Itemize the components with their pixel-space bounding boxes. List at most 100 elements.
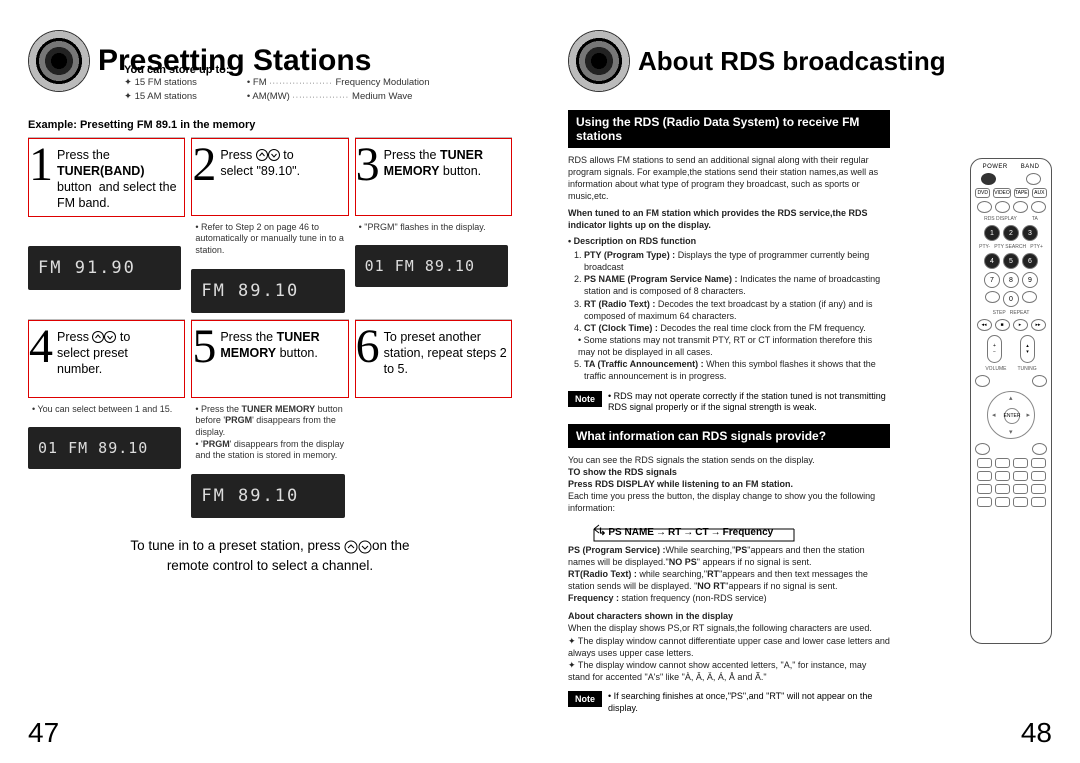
- footer-tip: To tune in to a preset station, press on…: [28, 536, 512, 577]
- step-sub: • Refer to Step 2 on page 46 to automati…: [191, 216, 348, 263]
- remote-return-btn: [1032, 375, 1047, 387]
- remote-btn: [977, 471, 992, 481]
- page-title-right: About RDS broadcasting: [638, 46, 946, 77]
- remote-dpad: ENTER ▴ ▾ ◂ ▸: [987, 391, 1035, 439]
- remote-btn: [1013, 497, 1028, 507]
- step-text: Press theTUNER(BAND)button and select th…: [57, 143, 180, 212]
- speaker-icon: [28, 30, 90, 92]
- remote-btn: [977, 497, 992, 507]
- step-1: 1 Press theTUNER(BAND)button and select …: [28, 137, 185, 313]
- remote-btn: [1032, 443, 1047, 455]
- remote-num-8: 8: [1003, 272, 1019, 288]
- right-main-column: Using the RDS (Radio Data System) to rec…: [568, 100, 890, 723]
- step-number: 3: [356, 143, 380, 186]
- rds-list: PTY (Program Type) : Displays the type o…: [568, 249, 890, 383]
- rds-desc-head: • Description on RDS function: [568, 235, 890, 247]
- about-chars-head: About characters shown in the display: [568, 610, 890, 622]
- remote-next-icon: ▸▸: [1031, 319, 1046, 331]
- remote-tuning-rocker: ▴▾: [1020, 335, 1035, 363]
- remote-power-label: POWER BAND: [971, 164, 1051, 170]
- remote-btn: [1031, 497, 1046, 507]
- remote-num-7: 7: [984, 272, 1000, 288]
- note2-text: If searching finishes at once,"PS",and "…: [608, 691, 872, 713]
- rds-item-rt: RT (Radio Text) : Decodes the text broad…: [584, 298, 890, 322]
- remote-btn: [977, 484, 992, 494]
- remote-btn: [977, 458, 992, 468]
- section-bar-1: Using the RDS (Radio Data System) to rec…: [568, 110, 890, 148]
- page-number-right: 48: [1021, 717, 1052, 749]
- legend-col: • FM ··················· Frequency Modul…: [247, 76, 430, 105]
- page-number-left: 47: [28, 717, 59, 749]
- lcd-display: FM 89.10: [191, 474, 344, 518]
- step-head: 3 Press the TUNERMEMORY button.: [355, 138, 512, 216]
- page-48: About RDS broadcasting Using the RDS (Ra…: [540, 0, 1080, 763]
- step-sub: • Press the TUNER MEMORY button before '…: [191, 398, 348, 468]
- step-head: 2 Press toselect "89.10".: [191, 138, 348, 216]
- remote-label: RDS DISPLAY TA: [971, 216, 1051, 222]
- remote-video-btn: VIDEO: [993, 188, 1011, 198]
- flow-freq: Frequency: [723, 527, 774, 538]
- remote-num-5: 5: [1003, 253, 1019, 269]
- remote-num-4: 4: [984, 253, 1000, 269]
- rds-item-pty: PTY (Program Type) : Displays the type o…: [584, 249, 890, 273]
- rds-item-ct: CT (Clock Time) : Decodes the real time …: [584, 322, 890, 358]
- step-number: 6: [356, 325, 380, 368]
- note-text: • If searching finishes at once,"PS",and…: [608, 691, 890, 714]
- remote-dvd-btn: DVD: [975, 188, 990, 198]
- section-bar-2: What information can RDS signals provide…: [568, 424, 890, 448]
- step-text: Press the TUNERMEMORY button.: [384, 143, 483, 180]
- remote-btn: [975, 443, 990, 455]
- cap-fm: ✦ 15 FM stations: [124, 77, 197, 88]
- step-3: 3 Press the TUNERMEMORY button. • "PRGM"…: [355, 137, 512, 313]
- note-badge: Note: [568, 691, 602, 707]
- remote-btn: [1022, 291, 1037, 303]
- remote-btn: [995, 484, 1010, 494]
- step-number: 2: [192, 143, 216, 186]
- step-6: 6 To preset another station, repeat step…: [355, 319, 512, 518]
- flow-psname: PS NAME: [608, 527, 654, 538]
- steps-grid: 1 Press theTUNER(BAND)button and select …: [28, 137, 512, 519]
- remote-label: PTY- PTY SEARCH PTY+: [971, 244, 1051, 250]
- note-text: • RDS may not operate correctly if the s…: [608, 391, 890, 414]
- rds-item-ta: TA (Traffic Announcement) : When this sy…: [584, 358, 890, 382]
- step-number: 1: [29, 143, 53, 186]
- step-sub: • "PRGM" flashes in the display.: [355, 216, 512, 240]
- remote-btn: [995, 497, 1010, 507]
- step-head: 5 Press the TUNERMEMORY button.: [191, 320, 348, 398]
- intro-columns: ✦ 15 FM stations ✦ 15 AM stations • FM ·…: [124, 76, 512, 105]
- lcd-display: FM 89.10: [191, 269, 344, 313]
- rds-item-psname: PS NAME (Program Service Name) : Indicat…: [584, 273, 890, 297]
- lcd-display: FM 91.90: [28, 246, 181, 290]
- lcd-display: 01 FM 89.10: [355, 245, 508, 287]
- step-text: Press the TUNERMEMORY button.: [220, 325, 319, 362]
- remote-btn: [995, 458, 1010, 468]
- remote-stop-icon: ■: [995, 319, 1010, 331]
- rds-item-ct-sub: • Some stations may not transmit PTY, RT…: [578, 334, 890, 358]
- remote-label: VOLUME TUNING: [971, 366, 1051, 372]
- rds-intro-text: RDS allows FM stations to send an additi…: [568, 154, 890, 203]
- dpad-left-icon: ◂: [992, 411, 996, 419]
- remote-prev-icon: ◂◂: [977, 319, 992, 331]
- legend-am: • AM(MW): [247, 91, 290, 102]
- remote-btn: [1013, 458, 1028, 468]
- rds-tuned-text: When tuned to an FM station which provid…: [568, 207, 890, 231]
- rds-tuned-bold: When tuned to an FM station which provid…: [568, 208, 868, 230]
- remote-btn: [1031, 471, 1046, 481]
- about-chars-bullets: ✦ The display window cannot differentiat…: [568, 635, 890, 684]
- remote-btn: [995, 471, 1010, 481]
- about-chars-head-b: About characters shown in the display: [568, 611, 733, 621]
- cap-am: ✦ 15 AM stations: [124, 91, 197, 102]
- remote-num-9: 9: [1022, 272, 1038, 288]
- remote-tape-btn: TAPE: [1014, 188, 1029, 198]
- step-head: 6 To preset another station, repeat step…: [355, 320, 512, 398]
- remote-btn: [977, 201, 992, 213]
- capacity-col: ✦ 15 FM stations ✦ 15 AM stations: [124, 76, 197, 105]
- flow-labels: ↳ PS NAME→ RT→ CT→ Frequency: [592, 527, 890, 538]
- about-chars-1: When the display shows PS,or RT signals,…: [568, 622, 890, 634]
- remote-control-illustration: POWER BAND DVD VIDEO TAPE AUX RDS DISPLA…: [970, 158, 1052, 644]
- dpad-down-icon: ▾: [1009, 428, 1013, 436]
- remote-num-1: 1: [984, 225, 1000, 241]
- remote-btn: [1031, 484, 1046, 494]
- speaker-icon: [568, 30, 630, 92]
- step-5: 5 Press the TUNERMEMORY button. • Press …: [191, 319, 348, 518]
